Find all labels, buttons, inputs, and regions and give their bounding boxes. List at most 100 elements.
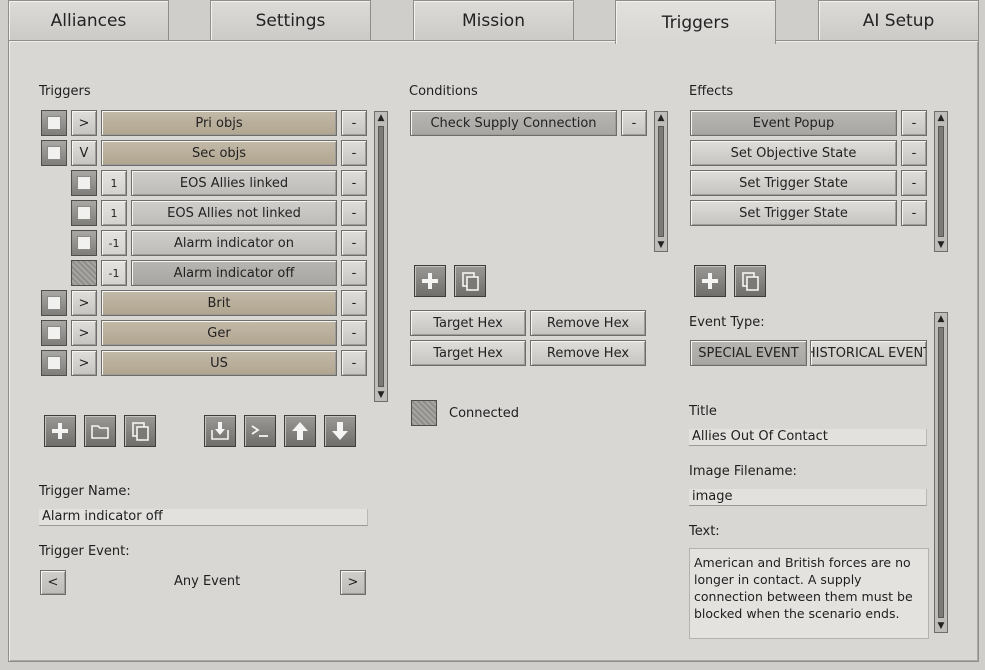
trigger-item[interactable]: EOS Allies linked [131, 170, 337, 196]
conditions-header: Conditions [409, 84, 478, 99]
event-type-label: Event Type: [689, 315, 765, 330]
scroll-down-icon[interactable]: ▼ [935, 620, 947, 632]
scroll-up-icon[interactable]: ▲ [935, 112, 947, 124]
tab-ai-setup[interactable]: AI Setup [818, 0, 979, 41]
trigger-expand-button[interactable]: > [71, 350, 97, 376]
trigger-expand-button[interactable]: > [71, 110, 97, 136]
trigger-item[interactable]: EOS Allies not linked [131, 200, 337, 226]
historical-event-button[interactable]: HISTORICAL EVENT [810, 340, 927, 366]
target-hex-button[interactable]: Target Hex [410, 340, 526, 366]
move-up-button[interactable] [284, 415, 316, 447]
remove-effect-button[interactable]: - [901, 170, 927, 196]
tab-alliances[interactable]: Alliances [8, 0, 169, 41]
event-details-scrollbar[interactable]: ▲ ▼ [934, 312, 948, 633]
scroll-up-icon[interactable]: ▲ [375, 112, 387, 124]
trigger-enabled-checkbox[interactable] [71, 230, 97, 256]
trigger-item[interactable]: Pri objs [101, 110, 337, 136]
trigger-enabled-checkbox[interactable] [71, 170, 97, 196]
trigger-expand-button[interactable]: > [71, 320, 97, 346]
trigger-item[interactable]: Ger [101, 320, 337, 346]
effect-text-area[interactable]: American and British forces are no longe… [689, 548, 929, 639]
trigger-enabled-checkbox[interactable] [41, 110, 67, 136]
special-event-button[interactable]: SPECIAL EVENT [690, 340, 807, 366]
scroll-track[interactable] [378, 126, 384, 387]
trigger-event-prev-button[interactable]: < [40, 570, 66, 595]
trigger-event-next-button[interactable]: > [340, 570, 366, 595]
remove-trigger-button[interactable]: - [341, 350, 367, 376]
trigger-item[interactable]: Alarm indicator on [131, 230, 337, 256]
plus-icon [702, 273, 718, 289]
scroll-track[interactable] [938, 327, 944, 618]
remove-effect-button[interactable]: - [901, 200, 927, 226]
effect-item[interactable]: Set Objective State [690, 140, 897, 166]
copy-effect-button[interactable] [734, 265, 766, 297]
add-effect-button[interactable] [694, 265, 726, 297]
scroll-down-icon[interactable]: ▼ [655, 239, 667, 251]
trigger-order-value[interactable]: 1 [101, 170, 127, 196]
effects-header: Effects [689, 84, 734, 99]
trigger-enabled-checkbox[interactable] [41, 290, 67, 316]
effect-item[interactable]: Event Popup [690, 110, 897, 136]
title-field[interactable]: Allies Out Of Contact [689, 429, 927, 446]
import-trigger-button[interactable] [204, 415, 236, 447]
connected-checkbox[interactable] [411, 400, 437, 426]
effect-item[interactable]: Set Trigger State [690, 200, 897, 226]
add-folder-button[interactable] [84, 415, 116, 447]
trigger-item[interactable]: Sec objs [101, 140, 337, 166]
remove-hex-button[interactable]: Remove Hex [530, 340, 646, 366]
trigger-expand-button[interactable]: V [71, 140, 97, 166]
trigger-enabled-checkbox[interactable] [71, 200, 97, 226]
trigger-enabled-checkbox[interactable] [71, 260, 97, 286]
trigger-enabled-checkbox[interactable] [41, 350, 67, 376]
plus-icon [422, 273, 438, 289]
triggers-scrollbar[interactable]: ▲ ▼ [374, 111, 388, 402]
scroll-down-icon[interactable]: ▼ [375, 389, 387, 401]
console-icon [251, 425, 268, 437]
trigger-enabled-checkbox[interactable] [41, 140, 67, 166]
scroll-down-icon[interactable]: ▼ [935, 239, 947, 251]
scroll-track[interactable] [938, 126, 944, 237]
trigger-event-label: Trigger Event: [39, 544, 130, 559]
tab-settings[interactable]: Settings [210, 0, 371, 41]
trigger-expand-button[interactable]: > [71, 290, 97, 316]
trigger-name-field[interactable]: Alarm indicator off [39, 509, 368, 526]
remove-trigger-button[interactable]: - [341, 140, 367, 166]
target-hex-button[interactable]: Target Hex [410, 310, 526, 336]
scroll-up-icon[interactable]: ▲ [935, 313, 947, 325]
scroll-up-icon[interactable]: ▲ [655, 112, 667, 124]
image-filename-field[interactable]: image [689, 489, 927, 506]
trigger-enabled-checkbox[interactable] [41, 320, 67, 346]
effects-scrollbar[interactable]: ▲ ▼ [934, 111, 948, 252]
tab-triggers[interactable]: Triggers [615, 0, 776, 44]
remove-trigger-button[interactable]: - [341, 110, 367, 136]
copy-trigger-button[interactable] [124, 415, 156, 447]
remove-trigger-button[interactable]: - [341, 320, 367, 346]
remove-effect-button[interactable]: - [901, 110, 927, 136]
remove-trigger-button[interactable]: - [341, 260, 367, 286]
import-icon [211, 422, 229, 440]
add-condition-button[interactable] [414, 265, 446, 297]
remove-hex-button[interactable]: Remove Hex [530, 310, 646, 336]
condition-item[interactable]: Check Supply Connection [410, 110, 617, 136]
conditions-scrollbar[interactable]: ▲ ▼ [654, 111, 668, 252]
copy-condition-button[interactable] [454, 265, 486, 297]
scroll-track[interactable] [658, 126, 664, 237]
trigger-order-value[interactable]: -1 [101, 230, 127, 256]
remove-condition-button[interactable]: - [621, 110, 647, 136]
remove-trigger-button[interactable]: - [341, 290, 367, 316]
title-label: Title [689, 404, 717, 419]
remove-trigger-button[interactable]: - [341, 230, 367, 256]
add-trigger-button[interactable] [44, 415, 76, 447]
remove-trigger-button[interactable]: - [341, 170, 367, 196]
console-button[interactable] [244, 415, 276, 447]
trigger-item[interactable]: Alarm indicator off [131, 260, 337, 286]
effect-item[interactable]: Set Trigger State [690, 170, 897, 196]
trigger-item[interactable]: Brit [101, 290, 337, 316]
trigger-order-value[interactable]: -1 [101, 260, 127, 286]
remove-effect-button[interactable]: - [901, 140, 927, 166]
move-down-button[interactable] [324, 415, 356, 447]
trigger-item[interactable]: US [101, 350, 337, 376]
tab-mission[interactable]: Mission [413, 0, 574, 41]
trigger-order-value[interactable]: 1 [101, 200, 127, 226]
remove-trigger-button[interactable]: - [341, 200, 367, 226]
